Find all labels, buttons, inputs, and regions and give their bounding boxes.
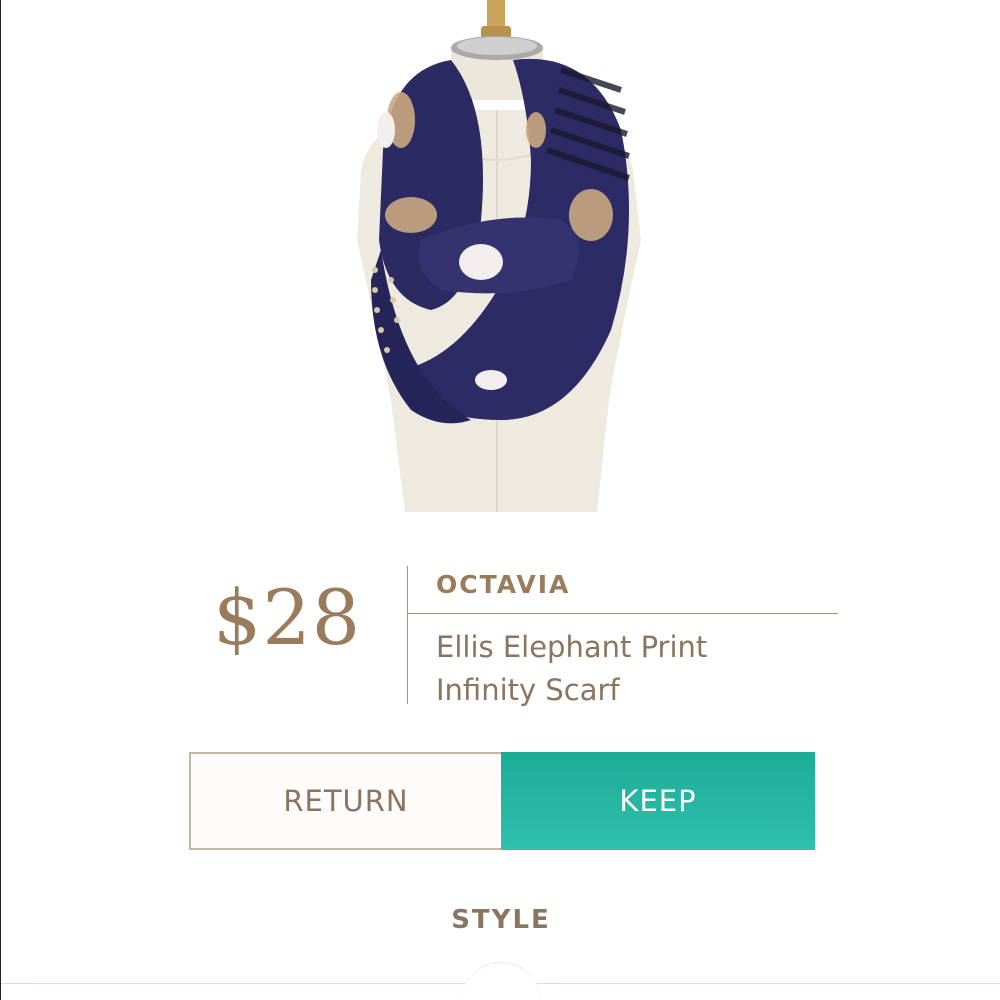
return-button[interactable]: RETURN (189, 752, 501, 850)
product-price: $28 (213, 573, 362, 662)
product-card: $28 OCTAVIA Ellis Elephant Print Infinit… (0, 0, 1000, 1000)
keep-button[interactable]: KEEP (501, 752, 815, 850)
product-name-line-2: Infinity Scarf (436, 673, 620, 707)
keep-return-actions: RETURN KEEP (189, 752, 815, 850)
style-section-title: STYLE (451, 905, 551, 935)
vertical-divider (407, 566, 408, 704)
horizontal-divider (408, 613, 838, 614)
product-name: Ellis Elephant Print Infinity Scarf (436, 626, 836, 712)
product-name-line-1: Ellis Elephant Print (436, 630, 708, 664)
brand-name: OCTAVIA (436, 570, 571, 599)
scroll-indicator[interactable] (461, 962, 541, 1000)
scarf-on-mannequin-image (357, 0, 641, 512)
product-image (291, 0, 711, 512)
